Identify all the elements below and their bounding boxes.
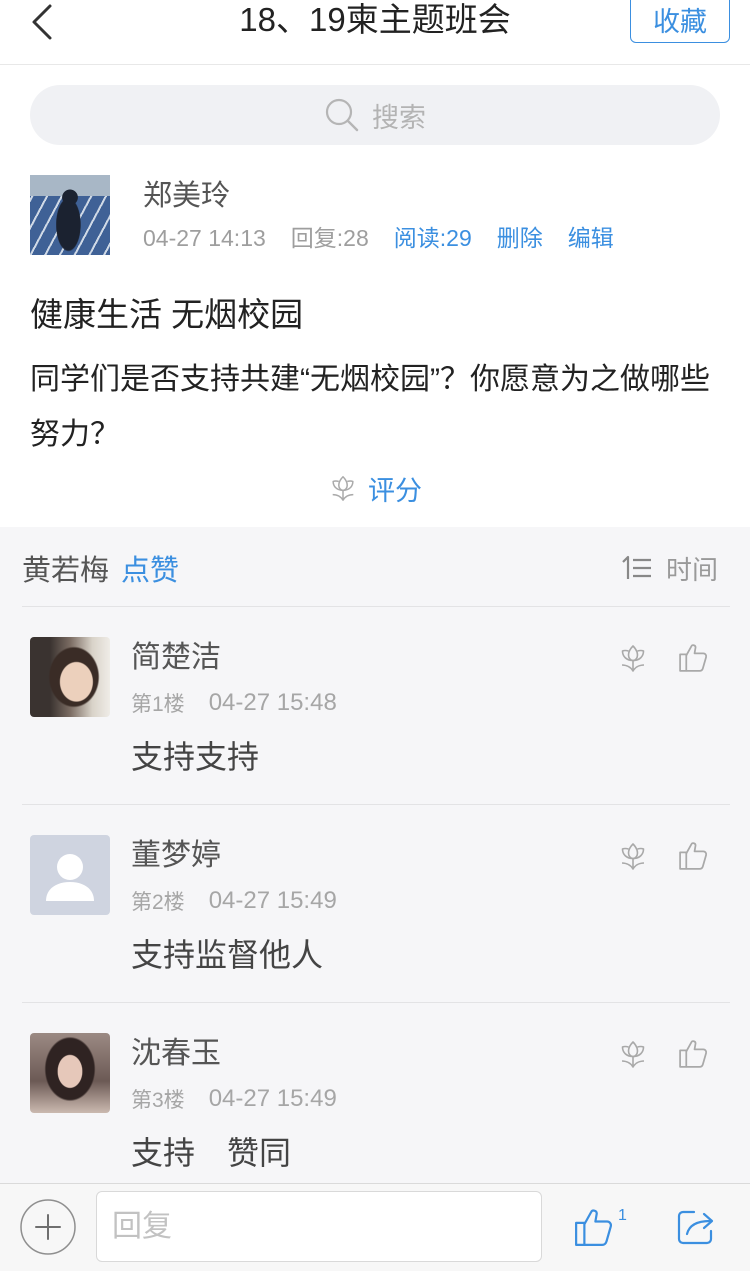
flower-icon[interactable] xyxy=(617,642,649,674)
thumbs-up-icon[interactable] xyxy=(677,839,710,872)
avatar[interactable] xyxy=(30,637,110,717)
comment-meta: 第3楼 04-27 15:49 xyxy=(131,1085,337,1112)
comment-time: 04-27 15:49 xyxy=(208,887,337,914)
avatar[interactable] xyxy=(30,835,110,915)
liker-names[interactable]: 黄若梅 xyxy=(22,547,109,589)
comment-floor: 第1楼 xyxy=(131,693,185,716)
comment-meta: 第2楼 04-27 15:49 xyxy=(131,887,337,914)
sort-icon xyxy=(622,555,651,579)
post-author[interactable]: 郑美玲 xyxy=(143,178,230,214)
share-icon[interactable] xyxy=(675,1207,717,1247)
search-icon xyxy=(325,98,359,132)
thumbs-up-icon[interactable] xyxy=(677,1037,710,1070)
comment-time: 04-27 15:48 xyxy=(208,689,337,716)
post-meta: 04-27 14:13 回复:28 阅读:29 删除 编辑 xyxy=(143,224,614,252)
sort-label: 时间 xyxy=(665,554,718,585)
comment-meta: 第1楼 04-27 15:48 xyxy=(131,689,337,716)
like-count-badge: 1 xyxy=(618,1207,627,1224)
search-placeholder: 搜索 xyxy=(372,102,426,133)
post-title: 健康生活 无烟校园 xyxy=(30,296,304,333)
comment-content: 支持 赞同 xyxy=(131,1135,292,1171)
chevron-left-icon xyxy=(32,4,52,40)
post-body: 同学们是否支持共建“无烟校园”？你愿意为之做哪些努力？ xyxy=(30,363,710,451)
comment-time: 04-27 15:49 xyxy=(208,1085,337,1112)
comment-item: 董梦婷 第2楼 04-27 15:49 支持监督他人 xyxy=(0,804,750,1002)
comment-author[interactable]: 简楚洁 xyxy=(131,640,221,676)
comment-author[interactable]: 沈春玉 xyxy=(131,1036,221,1072)
comment-item: 简楚洁 第1楼 04-27 15:48 支持支持 xyxy=(0,606,750,804)
comment-item: 沈春玉 第3楼 04-27 15:49 支持 赞同 xyxy=(0,1002,750,1200)
comment-content: 支持支持 xyxy=(131,739,260,775)
comment-content: 支持监督他人 xyxy=(131,937,324,973)
likes-row: 黄若梅 点赞 xyxy=(22,548,179,588)
comment-floor: 第2楼 xyxy=(131,891,185,914)
author-avatar[interactable] xyxy=(30,175,110,255)
edit-link[interactable]: 编辑 xyxy=(568,224,614,252)
reply-count: 回复:28 xyxy=(290,225,369,251)
avatar[interactable] xyxy=(30,1033,110,1113)
thumbs-up-icon[interactable] xyxy=(677,641,710,674)
comment-author[interactable]: 董梦婷 xyxy=(131,838,221,874)
post-time: 04-27 14:13 xyxy=(143,225,266,251)
rate-label: 评分 xyxy=(368,475,422,506)
flower-icon xyxy=(332,476,354,501)
nav-bar: 18、19柬主题班会 收藏 xyxy=(0,0,750,65)
sort-button[interactable]: 时间 xyxy=(621,548,718,588)
reply-input[interactable] xyxy=(96,1191,542,1262)
back-button[interactable] xyxy=(26,2,58,42)
read-count-link[interactable]: 阅读:29 xyxy=(394,224,472,252)
likes-label: 点赞 xyxy=(121,555,180,587)
plus-circle-icon[interactable] xyxy=(20,1199,76,1255)
flower-icon[interactable] xyxy=(617,840,649,872)
search-bar[interactable]: 搜索 xyxy=(30,85,720,145)
delete-link[interactable]: 删除 xyxy=(497,224,543,252)
collect-button[interactable]: 收藏 xyxy=(630,0,730,43)
thumbs-up-icon[interactable] xyxy=(572,1205,616,1249)
reply-bar: 1 xyxy=(0,1183,750,1271)
flower-icon[interactable] xyxy=(617,1038,649,1070)
default-avatar-icon xyxy=(46,854,94,901)
comment-floor: 第3楼 xyxy=(131,1089,185,1112)
rate-button[interactable]: 评分 xyxy=(0,470,750,506)
